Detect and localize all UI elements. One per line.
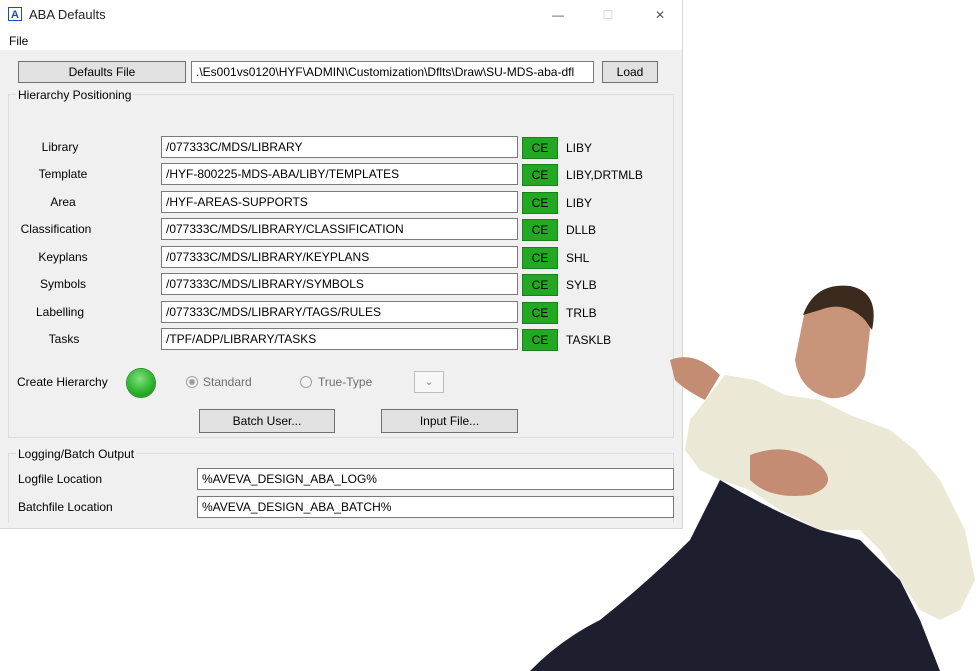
code-label-library: LIBY — [566, 141, 593, 155]
path-field-labelling[interactable]: /077333C/MDS/LIBRARY/TAGS/RULES — [161, 301, 518, 323]
maximize-icon[interactable]: ☐ — [595, 4, 621, 26]
ce-button-keyplans[interactable]: CE — [522, 247, 558, 269]
input-file-button[interactable]: Input File... — [381, 409, 518, 433]
defaults-file-button[interactable]: Defaults File — [18, 61, 186, 83]
app-icon: A — [8, 7, 22, 21]
minimize-icon[interactable]: — — [545, 4, 571, 26]
row-label-tasks: Tasks — [48, 332, 80, 346]
path-field-template[interactable]: /HYF-800225-MDS-ABA/LIBY/TEMPLATES — [161, 163, 518, 185]
row-label-symbols: Symbols — [39, 277, 86, 291]
path-field-tasks[interactable]: /TPF/ADP/LIBRARY/TASKS — [161, 328, 518, 350]
font-select[interactable]: ⌄ — [414, 371, 444, 393]
chevron-down-icon: ⌄ — [424, 376, 434, 388]
create-hierarchy-label: Create Hierarchy — [17, 375, 108, 389]
status-light-icon — [127, 369, 155, 397]
title-bar: A ABA Defaults — ☐ ✕ — [0, 0, 682, 30]
row-label-labelling: Labelling — [35, 305, 85, 319]
code-label-template: LIBY,DRTMLB — [566, 168, 643, 182]
person-cutout-image — [530, 285, 975, 671]
row-label-area: Area — [50, 195, 76, 209]
code-label-area: LIBY — [566, 196, 593, 210]
code-label-classification: DLLB — [566, 223, 597, 237]
load-button[interactable]: Load — [602, 61, 658, 83]
logfile-location-label: Logfile Location — [18, 472, 103, 486]
radio-standard-label: Standard — [203, 375, 252, 389]
row-label-keyplans: Keyplans — [38, 250, 88, 264]
close-icon[interactable]: ✕ — [647, 4, 673, 26]
ce-button-classification[interactable]: CE — [522, 219, 558, 241]
window-title: ABA Defaults — [29, 7, 106, 22]
radio-true-type-label: True-Type — [318, 375, 373, 389]
defaults-file-path-field[interactable]: .\Es001vs0120\HYF\ADMIN\Customization\Df… — [191, 61, 594, 83]
row-label-template: Template — [38, 167, 88, 181]
path-field-library[interactable]: /077333C/MDS/LIBRARY — [161, 136, 518, 158]
ce-button-template[interactable]: CE — [522, 164, 558, 186]
path-field-classification[interactable]: /077333C/MDS/LIBRARY/CLASSIFICATION — [161, 218, 518, 240]
batchfile-location-label: Batchfile Location — [18, 500, 113, 514]
path-field-area[interactable]: /HYF-AREAS-SUPPORTS — [161, 191, 518, 213]
radio-standard[interactable] — [186, 376, 198, 388]
ce-button-library[interactable]: CE — [522, 137, 558, 159]
row-label-library: Library — [41, 140, 79, 154]
batch-user-button[interactable]: Batch User... — [199, 409, 335, 433]
path-field-keyplans[interactable]: /077333C/MDS/LIBRARY/KEYPLANS — [161, 246, 518, 268]
menu-file[interactable]: File — [9, 34, 28, 48]
path-field-symbols[interactable]: /077333C/MDS/LIBRARY/SYMBOLS — [161, 273, 518, 295]
hierarchy-positioning-title: Hierarchy Positioning — [16, 88, 134, 102]
row-label-classification: Classification — [20, 222, 92, 236]
code-label-keyplans: SHL — [566, 251, 590, 265]
radio-true-type[interactable] — [300, 376, 312, 388]
menu-bar: File — [0, 30, 682, 50]
logging-group-title: Logging/Batch Output — [16, 447, 137, 461]
ce-button-area[interactable]: CE — [522, 192, 558, 214]
